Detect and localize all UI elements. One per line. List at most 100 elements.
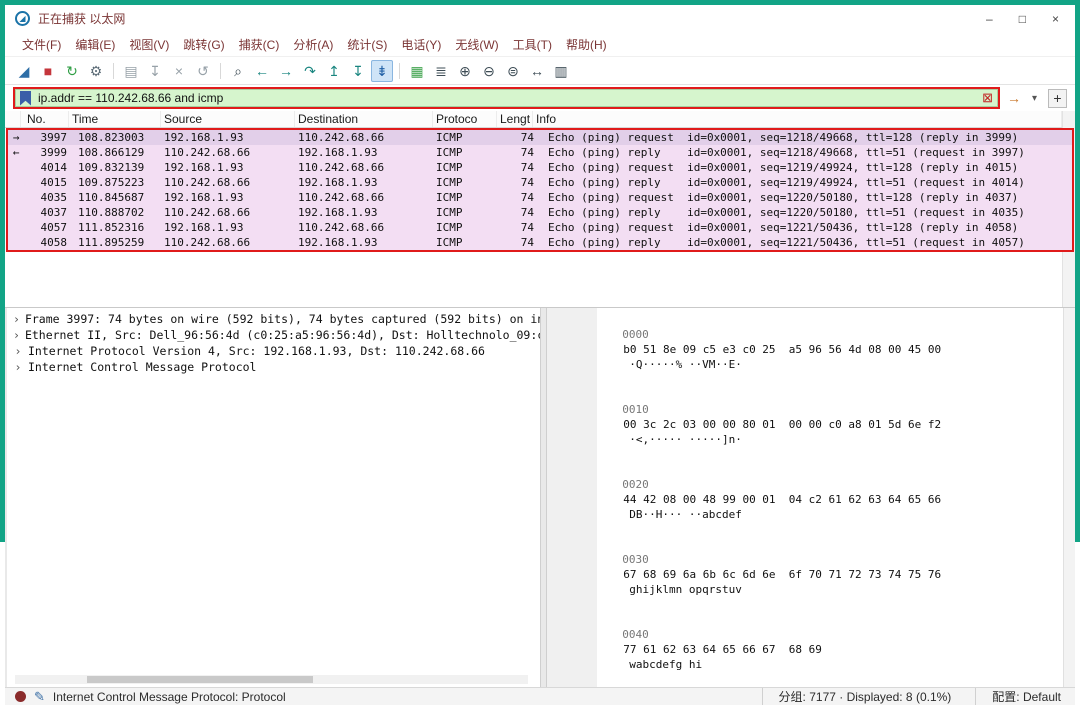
expert-info-icon[interactable] (15, 691, 26, 702)
start-capture-icon[interactable]: ◢ (13, 60, 35, 82)
expander-icon[interactable]: › (13, 311, 20, 327)
toolbar-separator (399, 63, 400, 79)
zoom-in-icon[interactable]: ⊕ (454, 60, 476, 82)
menu-file[interactable]: 文件(F) (15, 34, 68, 55)
menu-wireless[interactable]: 无线(W) (448, 34, 505, 55)
scrollbar-thumb[interactable] (87, 676, 313, 683)
hex-ascii: wabcdefg hi (629, 658, 702, 671)
cell-source: 110.242.68.66 (164, 146, 298, 159)
detail-text: Ethernet II, Src: Dell_96:56:4d (c0:25:a… (25, 327, 541, 343)
detail-line[interactable]: › Frame 3997: 74 bytes on wire (592 bits… (13, 311, 540, 327)
go-first-packet-icon[interactable]: ↥ (323, 60, 345, 82)
cell-length: 74 (500, 161, 536, 174)
packet-row[interactable]: 4057 111.852316 192.168.1.93 110.242.68.… (8, 220, 1072, 235)
menu-edit[interactable]: 编辑(E) (68, 34, 122, 55)
cell-time: 110.845687 (72, 191, 164, 204)
column-header-time[interactable]: Time (69, 111, 161, 127)
cell-length: 74 (500, 236, 536, 249)
hex-line[interactable]: 0000 b0 51 8e 09 c5 e3 c0 25 a5 96 56 4d… (547, 312, 1063, 387)
go-back-icon[interactable]: ← (251, 60, 273, 82)
maximize-button[interactable]: □ (1019, 12, 1026, 26)
capture-comment-icon[interactable]: ✎ (34, 689, 45, 705)
wireshark-logo-icon: ◢ (15, 11, 30, 26)
column-header-source[interactable]: Source (161, 111, 295, 127)
cell-destination: 192.168.1.93 (298, 176, 436, 189)
hex-line[interactable]: 0020 44 42 08 00 48 99 00 01 04 c2 61 62… (547, 462, 1063, 537)
detail-line[interactable]: › Internet Control Message Protocol (13, 359, 540, 375)
cell-info: Echo (ping) reply id=0x0001, seq=1220/50… (536, 206, 1072, 219)
cell-protocol: ICMP (436, 131, 500, 144)
classic-list-icon[interactable]: ≣ (430, 60, 452, 82)
clear-filter-icon[interactable]: ⊠ (982, 90, 993, 106)
column-header-destination[interactable]: Destination (295, 111, 433, 127)
menu-statistics[interactable]: 统计(S) (340, 34, 394, 55)
autoscroll-icon[interactable]: ⇟ (371, 60, 393, 82)
go-last-packet-icon[interactable]: ↧ (347, 60, 369, 82)
table-columns-icon[interactable]: ▥ (550, 60, 572, 82)
status-profile[interactable]: 配置: Default (975, 688, 1065, 705)
hex-line[interactable]: 0030 67 68 69 6a 6b 6c 6d 6e 6f 70 71 72… (547, 537, 1063, 612)
go-forward-icon[interactable]: → (275, 60, 297, 82)
close-button[interactable]: × (1052, 12, 1059, 26)
bytes-scrollbar[interactable] (1063, 308, 1075, 687)
packet-row[interactable]: 4037 110.888702 110.242.68.66 192.168.1.… (8, 205, 1072, 220)
hex-line[interactable]: 0040 77 61 62 63 64 65 66 67 68 69 wabcd… (547, 612, 1063, 687)
zoom-reset-icon[interactable]: ⊜ (502, 60, 524, 82)
menu-go[interactable]: 跳转(G) (176, 34, 231, 55)
menu-telephony[interactable]: 电话(Y) (394, 34, 448, 55)
menu-view[interactable]: 视图(V) (122, 34, 176, 55)
packet-row[interactable]: 4014 109.832139 192.168.1.93 110.242.68.… (8, 160, 1072, 175)
close-file-icon[interactable]: × (168, 60, 190, 82)
save-file-icon[interactable]: ↧ (144, 60, 166, 82)
packet-row[interactable]: → 3997 108.823003 192.168.1.93 110.242.6… (8, 130, 1072, 145)
add-filter-button[interactable]: + (1048, 89, 1067, 108)
hex-bytes: 44 42 08 00 48 99 00 01 04 c2 61 62 63 6… (623, 493, 941, 506)
packet-row[interactable]: 4015 109.875223 110.242.68.66 192.168.1.… (8, 175, 1072, 190)
zoom-out-icon[interactable]: ⊖ (478, 60, 500, 82)
find-packet-icon[interactable]: ⌕ (227, 60, 249, 82)
detail-line[interactable]: › Internet Protocol Version 4, Src: 192.… (13, 343, 540, 359)
colorize-icon[interactable]: ▦ (406, 60, 428, 82)
menu-analyze[interactable]: 分析(A) (286, 34, 340, 55)
cell-length: 74 (500, 176, 536, 189)
lower-panes: › Frame 3997: 74 bytes on wire (592 bits… (5, 307, 1075, 687)
expander-icon[interactable]: › (13, 327, 20, 343)
packet-row[interactable]: ← 3999 108.866129 110.242.68.66 192.168.… (8, 145, 1072, 160)
capture-options-icon[interactable]: ⚙ (85, 60, 107, 82)
cell-protocol: ICMP (436, 206, 500, 219)
minimize-button[interactable]: – (986, 12, 993, 26)
hex-bytes: b0 51 8e 09 c5 e3 c0 25 a5 96 56 4d 08 0… (623, 343, 941, 356)
bookmark-icon[interactable] (20, 91, 31, 106)
menu-tools[interactable]: 工具(T) (506, 34, 559, 55)
resize-columns-icon[interactable]: ↔ (526, 60, 548, 82)
cell-source: 110.242.68.66 (164, 176, 298, 189)
menu-capture[interactable]: 捕获(C) (232, 34, 287, 55)
packet-row[interactable]: 4058 111.895259 110.242.68.66 192.168.1.… (8, 235, 1072, 250)
cell-no: 4035 (24, 191, 72, 204)
hex-line[interactable]: 0010 00 3c 2c 03 00 00 80 01 00 00 c0 a8… (547, 387, 1063, 462)
cell-destination: 192.168.1.93 (298, 236, 436, 249)
stop-capture-icon[interactable]: ■ (37, 60, 59, 82)
open-file-icon[interactable]: ▤ (120, 60, 142, 82)
expander-icon[interactable]: › (13, 359, 23, 375)
restart-capture-icon[interactable]: ↻ (61, 60, 83, 82)
cell-protocol: ICMP (436, 221, 500, 234)
cell-time: 108.823003 (72, 131, 164, 144)
display-filter-input[interactable]: ip.addr == 110.242.68.66 and icmp ⊠ (13, 87, 1000, 109)
menu-help[interactable]: 帮助(H) (559, 34, 614, 55)
column-header-length[interactable]: Lengt (497, 111, 533, 127)
filter-text[interactable]: ip.addr == 110.242.68.66 and icmp (38, 91, 975, 105)
reload-file-icon[interactable]: ↺ (192, 60, 214, 82)
column-header-no[interactable]: No. (21, 111, 69, 127)
column-header-protocol[interactable]: Protoco (433, 111, 497, 127)
column-header-info[interactable]: Info (533, 111, 1062, 127)
filter-dropdown-icon[interactable]: ▾ (1028, 93, 1041, 104)
details-horizontal-scrollbar[interactable] (15, 675, 528, 684)
detail-line[interactable]: › Ethernet II, Src: Dell_96:56:4d (c0:25… (13, 327, 540, 343)
apply-filter-icon[interactable]: → (1007, 90, 1021, 106)
expander-icon[interactable]: › (13, 343, 23, 359)
packet-row[interactable]: 4035 110.845687 192.168.1.93 110.242.68.… (8, 190, 1072, 205)
go-to-packet-icon[interactable]: ↷ (299, 60, 321, 82)
status-selected-field: Internet Control Message Protocol: Proto… (53, 690, 286, 704)
related-packet-icon: → (8, 131, 24, 144)
